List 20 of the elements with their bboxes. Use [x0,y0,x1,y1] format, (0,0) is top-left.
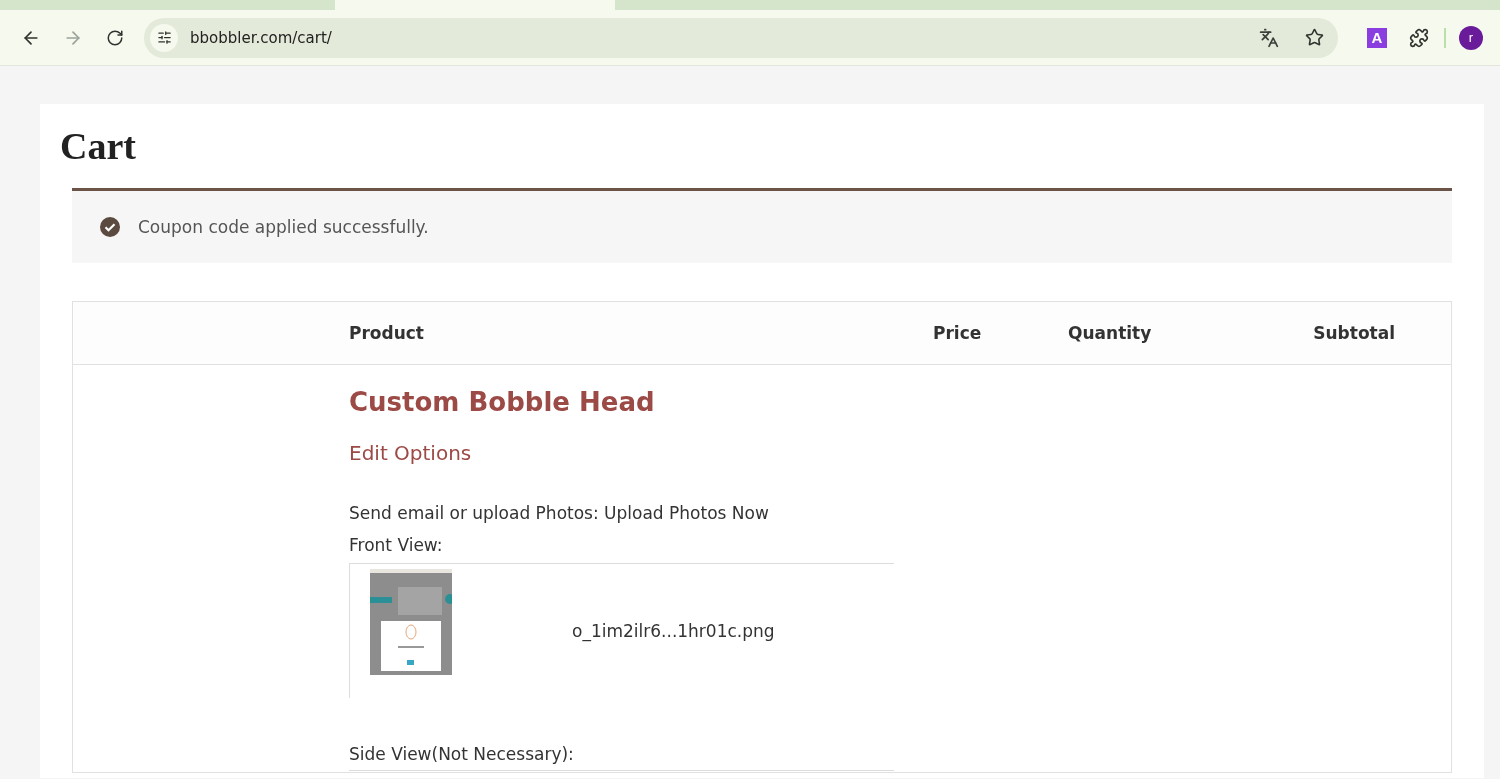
page-title: Cart [60,124,137,168]
column-header: Price [933,323,982,343]
column-header: Product [349,323,424,343]
star-icon[interactable] [1305,28,1324,47]
product-meta: Front View: [349,535,444,555]
reload-icon [106,28,124,47]
notice-message: Coupon code applied successfully. [138,217,429,237]
column-header: Subtotal [1313,323,1396,343]
edit-options-link[interactable]: Edit Options [349,441,933,465]
product-meta: Send email or upload Photos: Upload Photos Now [349,503,770,523]
column-header: Quantity [1068,323,1152,343]
product-link[interactable]: Custom Bobble Head [349,387,933,417]
url-field[interactable]: bbobbler.com/cart/ [188,27,1249,48]
file-name: o_1im2ilr6...1hr01c.png [572,621,775,641]
check-circle-icon [100,217,120,237]
extension-button[interactable]: A [1360,20,1394,55]
address-bar[interactable]: bbobbler.com/cart/ [144,17,1338,58]
product-meta: Side View(Not Necessary): [349,744,575,764]
translate-icon[interactable] [1259,27,1279,48]
site-settings-icon[interactable] [150,23,178,52]
